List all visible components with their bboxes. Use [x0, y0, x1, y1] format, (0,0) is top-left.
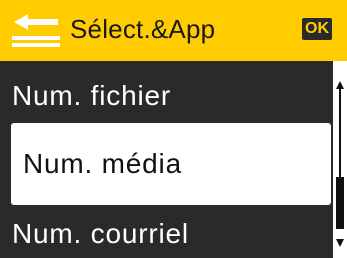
scroll-down-arrow-icon[interactable]	[336, 239, 344, 247]
menu-item-num-courriel[interactable]: Num. courriel	[0, 217, 333, 251]
header-bar: Sélect.&App OK	[0, 0, 347, 61]
menu-item-num-media[interactable]: Num. média	[11, 123, 331, 205]
scroll-thumb[interactable]	[336, 177, 344, 229]
scroll-up-arrow-icon[interactable]	[336, 81, 344, 89]
scrollbar[interactable]	[333, 61, 347, 258]
page-title: Sélect.&App	[70, 14, 216, 44]
lcd-screen: Sélect.&App OK Num. fichier Num. média N…	[0, 0, 347, 258]
menu-item-num-fichier[interactable]: Num. fichier	[0, 79, 333, 113]
scanner-icon	[12, 14, 60, 47]
ok-badge: OK	[302, 18, 332, 40]
menu-list: Num. fichier Num. média Num. courriel	[0, 61, 333, 258]
scroll-track	[339, 89, 341, 177]
